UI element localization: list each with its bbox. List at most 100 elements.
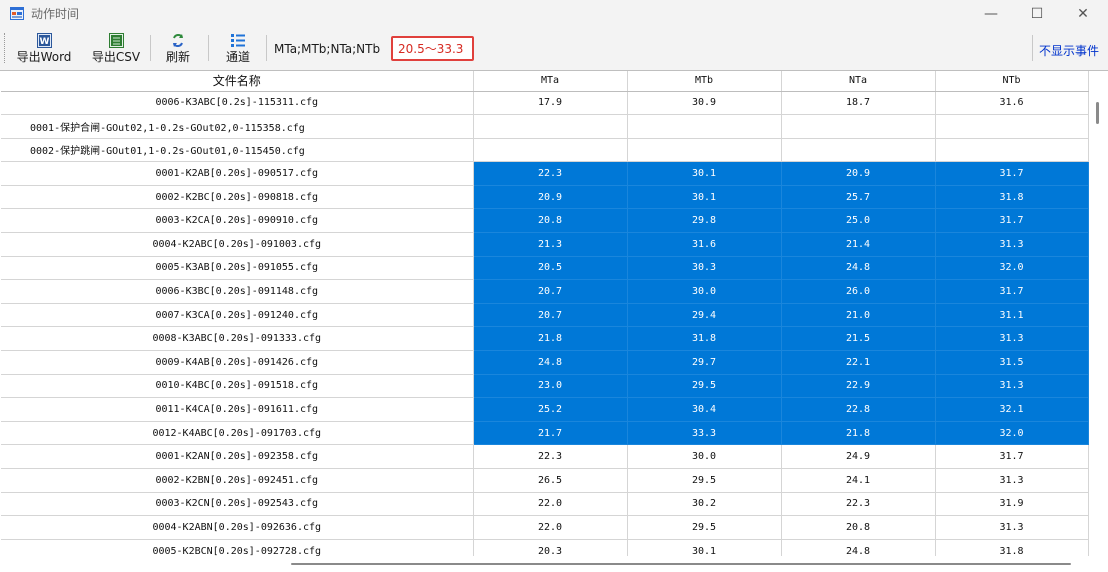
nta-cell[interactable]: 24.8 [781,256,936,281]
column-header-mtb[interactable]: MTb [627,71,782,92]
file-name-cell[interactable]: 0011-K4CA[0.20s]-091611.cfg [1,397,474,422]
table-row[interactable]: 0004-K2ABC[0.20s]-091003.cfg 21.3 31.6 21.4… [1,232,1089,257]
nta-cell[interactable]: 20.9 [781,161,936,186]
mta-cell[interactable] [473,114,628,139]
mta-cell[interactable]: 20.7 [473,303,628,328]
nta-cell[interactable]: 21.5 [781,326,936,352]
ntb-cell[interactable]: 31.3 [935,515,1089,540]
mta-cell[interactable]: 20.9 [473,185,628,210]
nta-cell[interactable]: 24.8 [781,539,936,556]
ntb-cell[interactable]: 31.3 [935,468,1089,493]
mta-cell[interactable]: 21.3 [473,232,628,257]
mtb-cell[interactable]: 30.4 [627,397,782,422]
mta-cell[interactable]: 20.5 [473,256,628,281]
mtb-cell[interactable] [627,138,782,163]
table-row[interactable]: 0001-K2AB[0.20s]-090517.cfg 22.3 30.1 20.9 3… [1,161,1089,186]
mtb-cell[interactable]: 29.5 [627,468,782,493]
table-row[interactable]: 0001-K2AN[0.20s]-092358.cfg 22.3 30.0 24.9 3… [1,444,1089,469]
column-header-nta[interactable]: NTa [781,71,936,92]
table-row[interactable]: 0002-保护跳闸-GOut01,1-0.2s-GOut01,0-115450.… [1,138,1089,163]
mtb-cell[interactable]: 31.6 [627,232,782,257]
vertical-scroll-thumb[interactable] [1096,102,1099,124]
mtb-cell[interactable]: 30.1 [627,539,782,556]
vertical-scrollbar[interactable] [1089,71,1106,556]
column-header-ntb[interactable]: NTb [935,71,1089,92]
nta-cell[interactable]: 21.8 [781,421,936,446]
ntb-cell[interactable]: 31.7 [935,444,1089,469]
mtb-cell[interactable]: 29.4 [627,303,782,328]
nta-cell[interactable]: 22.1 [781,350,936,375]
horizontal-scrollbar[interactable] [1,556,1089,572]
file-name-cell[interactable]: 0006-K3ABC[0.2s]-115311.cfg [1,91,474,116]
export-word-button[interactable]: W 导出Word [12,32,76,66]
export-csv-button[interactable]: 导出CSV [88,32,144,66]
mta-cell[interactable]: 26.5 [473,468,628,493]
table-row[interactable]: 0005-K3AB[0.20s]-091055.cfg 20.5 30.3 24.8 3… [1,256,1089,281]
horizontal-scroll-thumb[interactable] [291,563,1071,565]
mta-cell[interactable]: 22.3 [473,161,628,186]
hide-events-button[interactable]: 不显示事件 [1039,42,1099,59]
mtb-cell[interactable]: 29.5 [627,374,782,399]
table-row[interactable]: 0012-K4ABC[0.20s]-091703.cfg 21.7 33.3 21.8… [1,421,1089,446]
mta-cell[interactable]: 21.7 [473,421,628,446]
mta-cell[interactable]: 23.0 [473,374,628,399]
minimize-button[interactable]: — [968,0,1014,28]
file-name-cell[interactable]: 0001-K2AN[0.20s]-092358.cfg [1,444,474,469]
mtb-cell[interactable]: 30.1 [627,161,782,186]
table-row[interactable]: 0004-K2ABN[0.20s]-092636.cfg 22.0 29.5 20.8… [1,515,1089,540]
mta-cell[interactable] [473,138,628,163]
ntb-cell[interactable]: 31.7 [935,208,1089,234]
file-name-cell[interactable]: 0012-K4ABC[0.20s]-091703.cfg [1,421,474,446]
table-row[interactable]: 0006-K3BC[0.20s]-091148.cfg 20.7 30.0 26.0 3… [1,279,1089,304]
ntb-cell[interactable]: 31.7 [935,161,1089,186]
ntb-cell[interactable]: 31.3 [935,374,1089,399]
mta-cell[interactable]: 22.3 [473,444,628,469]
nta-cell[interactable]: 18.7 [781,91,936,116]
mta-cell[interactable]: 17.9 [473,91,628,116]
close-button[interactable]: ✕ [1060,0,1106,28]
file-name-cell[interactable]: 0004-K2ABC[0.20s]-091003.cfg [1,232,474,257]
toolbar-grip[interactable] [4,33,7,63]
table-row[interactable]: 0007-K3CA[0.20s]-091240.cfg 20.7 29.4 21.0 3… [1,303,1089,328]
channel-button[interactable]: 通道 [218,32,258,66]
file-name-cell[interactable]: 0002-K2BN[0.20s]-092451.cfg [1,468,474,493]
ntb-cell[interactable] [935,138,1089,163]
mta-cell[interactable]: 20.7 [473,279,628,304]
maximize-button[interactable]: ☐ [1014,0,1060,28]
ntb-cell[interactable]: 31.3 [935,326,1089,352]
nta-cell[interactable]: 22.3 [781,492,936,517]
ntb-cell[interactable]: 31.1 [935,303,1089,328]
ntb-cell[interactable]: 31.6 [935,91,1089,116]
nta-cell[interactable]: 24.9 [781,444,936,469]
file-name-cell[interactable]: 0007-K3CA[0.20s]-091240.cfg [1,303,474,328]
file-name-cell[interactable]: 0006-K3BC[0.20s]-091148.cfg [1,279,474,304]
nta-cell[interactable]: 21.4 [781,232,936,257]
column-header-mta[interactable]: MTa [473,71,628,92]
ntb-cell[interactable]: 31.7 [935,279,1089,304]
ntb-cell[interactable]: 32.0 [935,256,1089,281]
table-row[interactable]: 0010-K4BC[0.20s]-091518.cfg 23.0 29.5 22.9 3… [1,374,1089,399]
ntb-cell[interactable]: 31.3 [935,232,1089,257]
mtb-cell[interactable]: 30.0 [627,444,782,469]
file-name-cell[interactable]: 0004-K2ABN[0.20s]-092636.cfg [1,515,474,540]
nta-cell[interactable] [781,114,936,139]
nta-cell[interactable]: 22.9 [781,374,936,399]
mtb-cell[interactable]: 29.8 [627,208,782,234]
column-header-file-name[interactable]: 文件名称 [1,71,474,92]
file-name-cell[interactable]: 0010-K4BC[0.20s]-091518.cfg [1,374,474,399]
mtb-cell[interactable]: 30.2 [627,492,782,517]
nta-cell[interactable]: 24.1 [781,468,936,493]
file-name-cell[interactable]: 0001-保护合闸-GOut02,1-0.2s-GOut02,0-115358.… [1,114,474,139]
table-row[interactable]: 0003-K2CN[0.20s]-092543.cfg 22.0 30.2 22.3 3… [1,492,1089,517]
ntb-cell[interactable]: 31.8 [935,539,1089,556]
mtb-cell[interactable] [627,114,782,139]
mtb-cell[interactable]: 29.5 [627,515,782,540]
table-row[interactable]: 0002-K2BN[0.20s]-092451.cfg 26.5 29.5 24.1 3… [1,468,1089,493]
table-row[interactable]: 0009-K4AB[0.20s]-091426.cfg 24.8 29.7 22.1 3… [1,350,1089,375]
mta-cell[interactable]: 20.3 [473,539,628,556]
mta-cell[interactable]: 21.8 [473,326,628,352]
file-name-cell[interactable]: 0005-K2BCN[0.20s]-092728.cfg [1,539,474,556]
mtb-cell[interactable]: 30.9 [627,91,782,116]
table-row[interactable]: 0006-K3ABC[0.2s]-115311.cfg 17.9 30.9 18.7 3… [1,91,1089,116]
mtb-cell[interactable]: 31.8 [627,326,782,352]
